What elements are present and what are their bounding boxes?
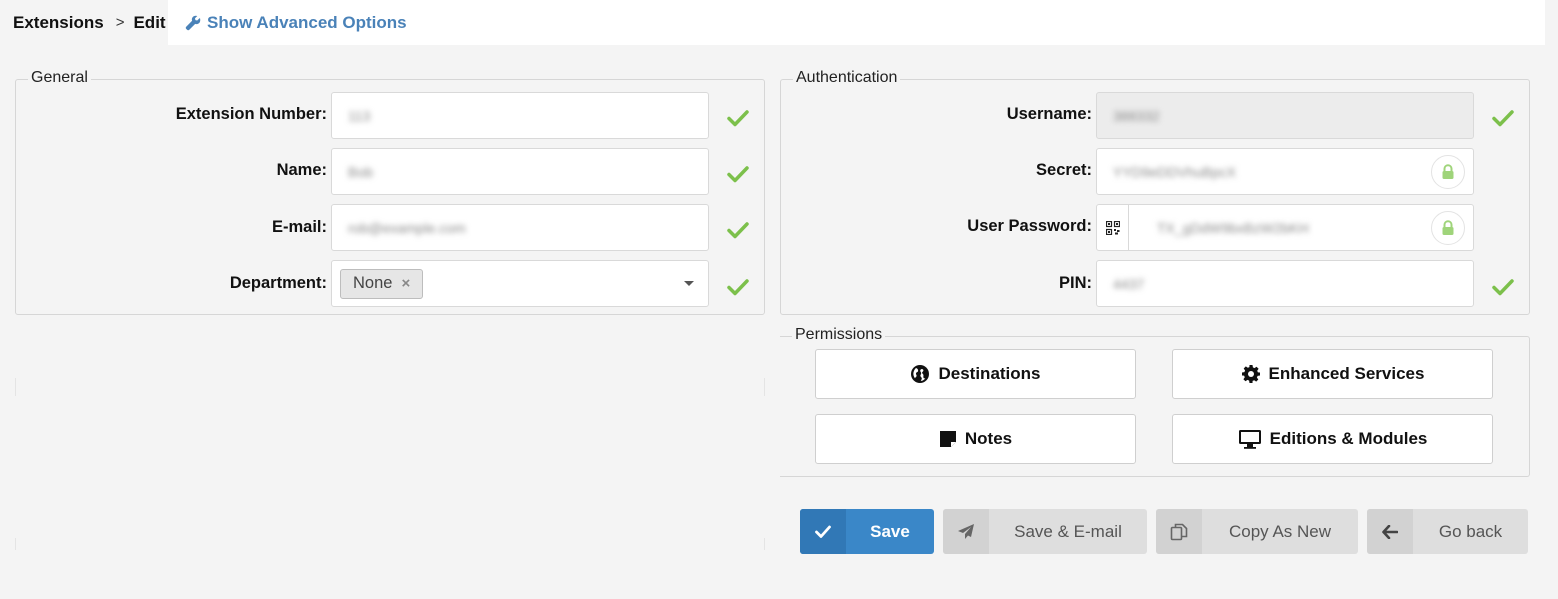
authentication-legend: Authentication [793, 69, 901, 87]
secret-value: YYD9eDDVhuBpcX [1113, 163, 1236, 180]
notes-button[interactable]: Notes [815, 414, 1136, 464]
check-icon [800, 509, 846, 554]
divider [15, 378, 16, 396]
user-password-label: User Password: [967, 217, 1092, 235]
check-icon [1492, 279, 1514, 296]
enhanced-services-button[interactable]: Enhanced Services [1172, 349, 1493, 399]
pin-value: 4437 [1113, 275, 1145, 292]
monitor-icon [1238, 430, 1261, 449]
breadcrumb-extensions[interactable]: Extensions [13, 13, 104, 33]
secret-label: Secret: [1036, 161, 1092, 179]
chevron-down-icon[interactable] [684, 281, 694, 286]
copy-icon [1156, 509, 1202, 554]
department-select[interactable]: None × [331, 260, 709, 307]
email-value: rob@example.com [348, 219, 466, 236]
copy-as-new-button[interactable]: Copy As New [1156, 509, 1358, 554]
destinations-button[interactable]: Destinations [815, 349, 1136, 399]
check-icon [727, 279, 749, 296]
user-password-input[interactable]: TX_gDdW9bxBzW2bKH [1096, 204, 1474, 251]
department-label: Department: [229, 274, 327, 292]
arrow-left-icon [1367, 509, 1413, 554]
enhanced-services-label: Enhanced Services [1268, 364, 1425, 383]
breadcrumb-current: Edit [133, 12, 166, 32]
note-icon [939, 431, 956, 447]
editions-modules-label: Editions & Modules [1269, 429, 1428, 448]
qr-code-icon[interactable] [1097, 205, 1129, 250]
divider [764, 378, 765, 396]
pin-label: PIN: [1059, 274, 1092, 292]
department-tag-label: None [353, 274, 393, 292]
name-input[interactable]: Bob [331, 148, 709, 195]
extension-number-label: Extension Number: [175, 105, 327, 123]
lock-icon[interactable] [1431, 155, 1465, 189]
show-advanced-options-label: Show Advanced Options [207, 12, 407, 32]
username-label: Username: [1006, 105, 1092, 123]
pin-input[interactable]: 4437 [1096, 260, 1474, 307]
remove-tag-icon[interactable]: × [401, 275, 410, 292]
extension-number-input[interactable]: 113 [331, 92, 709, 139]
show-advanced-options-link[interactable]: Show Advanced Options [185, 0, 407, 45]
permissions-legend: Permissions [792, 326, 886, 344]
name-value: Bob [348, 163, 373, 180]
breadcrumb: Extensions > Edit [0, 0, 168, 45]
copy-as-new-label: Copy As New [1228, 521, 1332, 541]
lock-icon[interactable] [1431, 211, 1465, 245]
email-label: E-mail: [271, 218, 327, 236]
breadcrumb-separator: > [115, 14, 125, 31]
top-bar: Extensions > Edit Show Advanced Options [0, 0, 1545, 45]
notes-label: Notes [964, 429, 1013, 448]
user-password-value: TX_gDdW9bxBzW2bKH [1157, 219, 1309, 236]
username-input[interactable]: 388332 [1096, 92, 1474, 139]
save-label: Save [870, 521, 910, 541]
email-input[interactable]: rob@example.com [331, 204, 709, 251]
save-email-button[interactable]: Save & E-mail [943, 509, 1147, 554]
name-label: Name: [276, 161, 327, 179]
wrench-icon [185, 15, 201, 30]
department-tag: None × [340, 268, 424, 299]
check-icon [727, 166, 749, 183]
gear-icon [1241, 365, 1260, 383]
save-email-label: Save & E-mail [1014, 521, 1122, 541]
go-back-button[interactable]: Go back [1367, 509, 1528, 554]
check-icon [1492, 110, 1514, 127]
check-icon [727, 222, 749, 239]
divider [15, 538, 16, 550]
editions-modules-button[interactable]: Editions & Modules [1172, 414, 1493, 464]
general-legend: General [28, 69, 91, 87]
save-button[interactable]: Save [800, 509, 934, 554]
go-back-label: Go back [1438, 521, 1503, 541]
paper-plane-icon [943, 509, 989, 554]
destinations-label: Destinations [938, 364, 1041, 383]
check-icon [727, 110, 749, 127]
divider [764, 538, 765, 550]
extension-number-value: 113 [348, 107, 371, 124]
username-value: 388332 [1113, 107, 1160, 124]
secret-input[interactable]: YYD9eDDVhuBpcX [1096, 148, 1474, 195]
globe-icon [911, 365, 930, 383]
